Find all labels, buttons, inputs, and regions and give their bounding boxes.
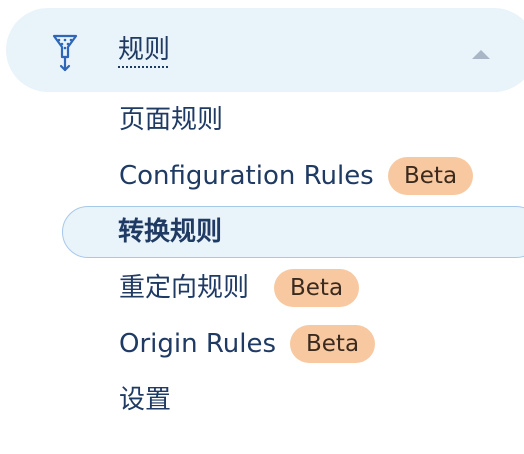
beta-badge: Beta [388, 157, 474, 195]
menu-item-page-rules[interactable]: 页面规则 [62, 94, 524, 146]
beta-badge: Beta [290, 325, 376, 363]
menu-item-label: Origin Rules [119, 329, 276, 359]
menu-item-redirect-rules[interactable]: 重定向规则 Beta [62, 262, 524, 314]
menu-item-label: 设置 [119, 385, 172, 415]
beta-badge: Beta [274, 269, 360, 307]
menu-item-origin-rules[interactable]: Origin Rules Beta [62, 318, 524, 370]
menu-item-label: 页面规则 [119, 105, 224, 135]
filter-icon [52, 34, 78, 72]
menu-item-label: 重定向规则 [119, 273, 250, 303]
menu-item-configuration-rules[interactable]: Configuration Rules Beta [62, 150, 524, 202]
section-title: 规则 [118, 35, 171, 65]
menu-item-settings[interactable]: 设置 [62, 374, 524, 426]
menu-item-label: 转换规则 [118, 217, 223, 247]
rules-section-header[interactable]: 规则 [6, 8, 524, 92]
menu-item-label: Configuration Rules [119, 161, 374, 191]
chevron-up-icon[interactable] [472, 50, 490, 59]
menu-item-transform-rules[interactable]: 转换规则 [62, 206, 524, 258]
